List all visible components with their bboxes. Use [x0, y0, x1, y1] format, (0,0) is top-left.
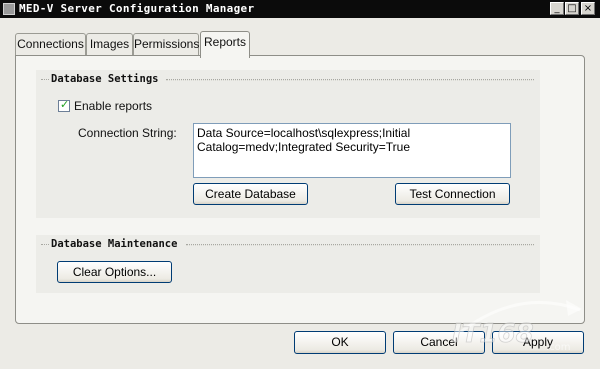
create-database-button[interactable]: Create Database — [193, 183, 308, 205]
clear-options-button[interactable]: Clear Options... — [57, 261, 172, 283]
maximize-button[interactable]: □ — [565, 2, 579, 15]
window-title: MED-V Server Configuration Manager — [19, 2, 255, 15]
tab-reports[interactable]: Reports — [200, 31, 250, 58]
database-maintenance-title: Database Maintenance — [51, 238, 182, 250]
app-icon — [3, 3, 15, 15]
group-divider — [166, 79, 534, 81]
group-divider — [186, 244, 534, 246]
connection-string-label: Connection String: — [78, 126, 177, 140]
enable-reports-checkbox[interactable]: ✓ — [58, 98, 70, 112]
database-settings-title: Database Settings — [51, 73, 163, 85]
tab-connections[interactable]: Connections — [15, 33, 86, 55]
group-divider — [41, 244, 49, 245]
cancel-button[interactable]: Cancel — [393, 331, 485, 354]
tab-images[interactable]: Images — [86, 33, 133, 55]
close-button[interactable]: × — [581, 2, 595, 15]
ok-button[interactable]: OK — [294, 331, 386, 354]
database-settings-group: Database Settings ✓ Enable reports Conne… — [36, 70, 540, 218]
enable-reports-label[interactable]: Enable reports — [74, 99, 152, 113]
checkmark-icon: ✓ — [60, 98, 70, 111]
database-maintenance-group: Database Maintenance Clear Options... — [36, 235, 540, 293]
test-connection-button[interactable]: Test Connection — [395, 183, 510, 205]
minimize-button[interactable]: _ — [550, 2, 564, 15]
group-divider — [41, 79, 49, 80]
apply-button[interactable]: Apply — [492, 331, 584, 354]
connection-string-field[interactable]: Data Source=localhost\sqlexpress;Initial… — [193, 123, 511, 178]
config-manager-window: MED-V Server Configuration Manager _ □ ×… — [0, 0, 600, 369]
title-bar[interactable]: MED-V Server Configuration Manager _ □ × — [0, 0, 600, 18]
tab-permissions[interactable]: Permissions — [133, 33, 199, 55]
